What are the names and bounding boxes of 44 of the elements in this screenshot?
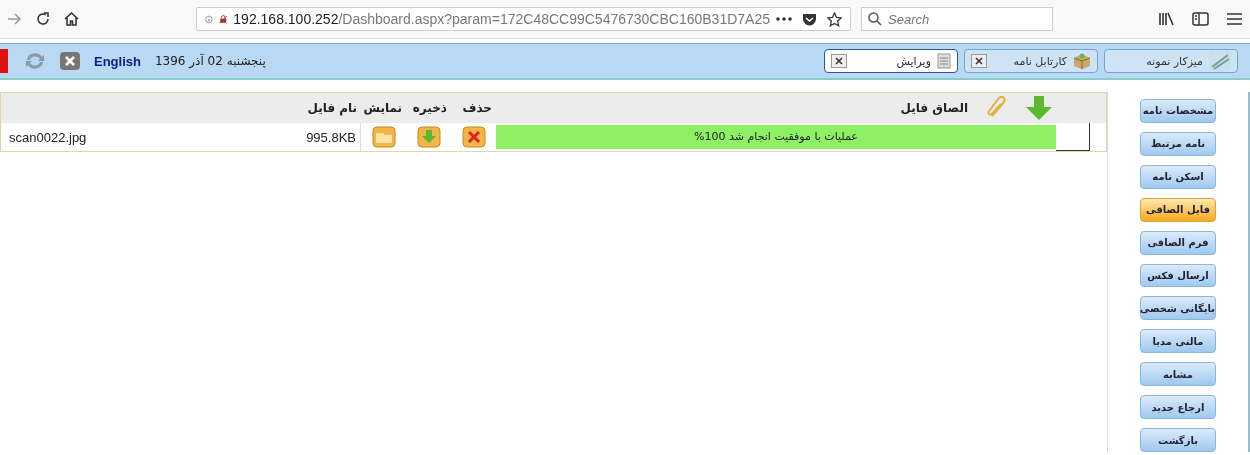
box-icon [1073, 53, 1091, 69]
file-size: 995.8KB [306, 129, 356, 145]
delete-icon[interactable] [461, 126, 486, 148]
search-icon [868, 12, 882, 26]
home-icon[interactable] [64, 12, 79, 26]
menu-icon[interactable] [1227, 13, 1242, 25]
file-name: scan0022.jpg [9, 129, 87, 145]
sidebar-item[interactable]: ارسال فکس [1140, 263, 1216, 288]
tab[interactable]: ویرایش [824, 49, 958, 73]
sidebar-item[interactable]: فایل الصاقی [1140, 197, 1216, 222]
url-host: 192.168.100.252 [233, 11, 339, 27]
more-icon[interactable] [776, 17, 792, 21]
sidebar-item[interactable]: مشابه [1140, 362, 1216, 387]
close-icon[interactable] [831, 54, 847, 68]
sidebar-item[interactable]: نامه مرتبط [1140, 131, 1216, 156]
library-icon[interactable] [1158, 12, 1174, 26]
column-header: نمایش [362, 101, 403, 115]
column-header: حذف [461, 101, 493, 115]
lock-icon[interactable] [218, 12, 228, 26]
progress-text: عملیات با موفقیت انجام شد 100% [693, 129, 859, 145]
sidebar-icon[interactable] [1192, 12, 1209, 26]
panel-title: الصاق فایل [900, 101, 969, 115]
column-header: نام فایل [306, 101, 358, 115]
star-icon[interactable] [827, 11, 842, 27]
sidebar-item[interactable]: ارجاع جدید [1140, 395, 1216, 420]
sidebar-item[interactable]: مالتی مدیا [1140, 329, 1216, 354]
tab[interactable]: کارتابل نامه [964, 49, 1098, 73]
pocket-icon[interactable] [802, 12, 817, 26]
forward-icon[interactable] [8, 13, 22, 25]
sidebar-item[interactable]: مشخصات نامه [1140, 99, 1216, 123]
sidebar-item[interactable]: بازگشت [1140, 428, 1216, 452]
url-path: /Dashboard.aspx?param=172C48CC99C5476730CBC160B31D7A25 [338, 11, 770, 27]
reload-icon[interactable] [36, 12, 50, 26]
address-bar[interactable]: 192.168.100.252/Dashboard.aspx?param=172C48CC99C5476730CBC160B31D7A25 [196, 7, 851, 31]
sidebar-item[interactable]: فرم الصاقی [1140, 230, 1216, 255]
language-link[interactable]: English [94, 53, 141, 69]
tab[interactable]: میزکار نمونه [1104, 49, 1238, 73]
sidebar-item[interactable]: بایگانی شخصی [1140, 296, 1216, 321]
search-field[interactable]: Search [861, 7, 1053, 31]
column-header: ذخیره [411, 101, 448, 115]
sidebar-item[interactable]: اسکن نامه [1140, 164, 1216, 189]
close-icon[interactable] [971, 54, 987, 68]
date-text: پنجشنبه 02 آذر 1396 [154, 54, 266, 68]
document-icon [937, 53, 951, 69]
